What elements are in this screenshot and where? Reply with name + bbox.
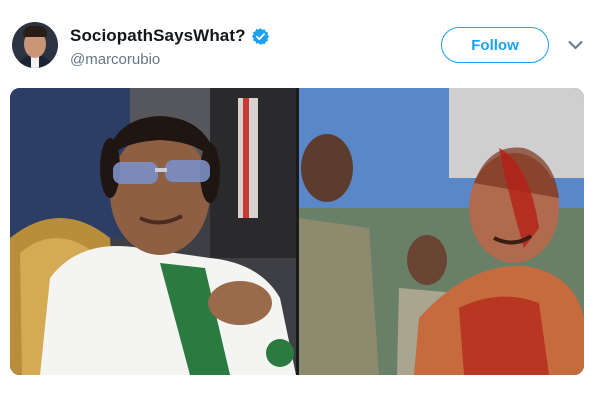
tweet-header: SociopathSaysWhat? @marcorubio Follow (0, 0, 600, 90)
avatar[interactable] (12, 22, 58, 68)
tweet-media[interactable] (10, 88, 584, 375)
chevron-down-icon[interactable] (568, 40, 583, 50)
right-photo[interactable] (299, 88, 584, 375)
verified-badge-icon (251, 27, 269, 45)
name-row: SociopathSaysWhat? (70, 25, 270, 47)
follow-button[interactable]: Follow (441, 27, 549, 63)
user-handle[interactable]: @marcorubio (70, 51, 160, 68)
display-name[interactable]: SociopathSaysWhat? (70, 26, 246, 46)
left-photo[interactable] (10, 88, 296, 375)
